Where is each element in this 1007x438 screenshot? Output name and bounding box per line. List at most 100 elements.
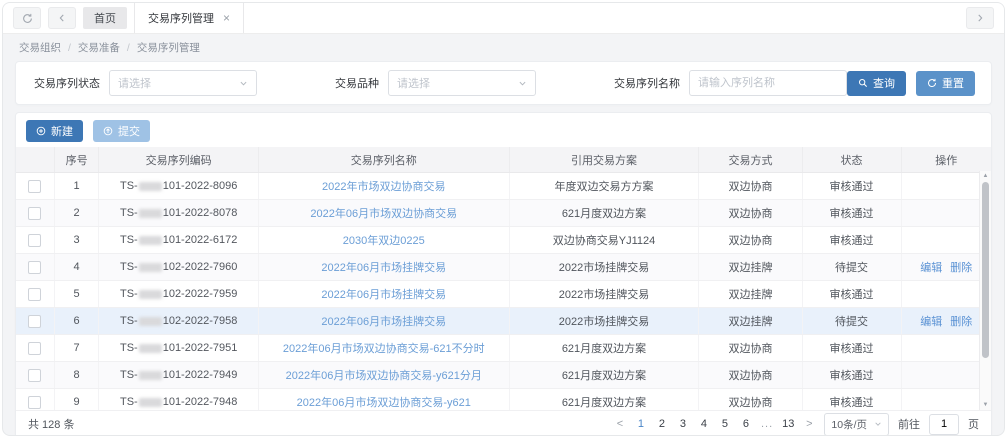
next-page-button[interactable]: > (803, 418, 815, 430)
delete-link[interactable]: 删除 (950, 316, 972, 328)
table-row[interactable]: 8TS-101-2022-79492022年06月市场双边协商交易-y621分月… (16, 362, 991, 389)
chevron-down-icon (239, 79, 248, 88)
scroll-down-icon[interactable]: ▼ (983, 400, 989, 410)
page-number-1[interactable]: 1 (635, 418, 647, 430)
page-number-4[interactable]: 4 (698, 418, 710, 430)
cell-status: 审核通过 (802, 200, 901, 227)
breadcrumb-item-trade-org[interactable]: 交易组织 (19, 40, 61, 55)
table-row[interactable]: 5TS-102-2022-79592022年06月市场挂牌交易2022市场挂牌交… (16, 281, 991, 308)
create-button-label: 新建 (51, 123, 73, 139)
create-button[interactable]: 新建 (26, 120, 83, 142)
table-row[interactable]: 2TS-101-2022-80782022年06月市场双边协商交易621月度双边… (16, 200, 991, 227)
cell-actions (901, 227, 991, 254)
cell-status: 审核通过 (802, 281, 901, 308)
redacted-code-segment (139, 263, 162, 272)
cell-no: 8 (54, 362, 98, 389)
vertical-scrollbar[interactable]: ▲ ▼ (979, 171, 991, 410)
tab-scroll-left-button[interactable] (48, 7, 76, 29)
table-row[interactable]: 3TS-101-2022-61722030年双边0225双边协商交易YJ1124… (16, 227, 991, 254)
breadcrumb: 交易组织 / 交易准备 / 交易序列管理 (3, 34, 1004, 59)
goto-unit-label: 页 (968, 416, 979, 432)
app-window: 首页 交易序列管理 × 交易组织 / 交易准备 / 交易序列管理 交易序列状态 … (2, 2, 1005, 436)
sequence-name-link[interactable]: 2022年06月市场挂牌交易 (321, 262, 446, 274)
row-checkbox[interactable] (28, 315, 41, 328)
header-status: 状态 (802, 147, 901, 173)
header-name: 交易序列名称 (258, 147, 509, 173)
table-row[interactable]: 4TS-102-2022-79602022年06月市场挂牌交易2022市场挂牌交… (16, 254, 991, 281)
page-number-5[interactable]: 5 (719, 418, 731, 430)
cell-mode: 双边协商 (699, 227, 802, 254)
cell-name: 2022年市场双边协商交易 (258, 173, 509, 200)
scrollbar-thumb[interactable] (982, 182, 989, 358)
row-checkbox[interactable] (28, 261, 41, 274)
breadcrumb-separator: / (127, 42, 130, 54)
table-row[interactable]: 7TS-101-2022-79512022年06月市场双边协商交易-621不分时… (16, 335, 991, 362)
cell-name: 2030年双边0225 (258, 227, 509, 254)
cell-no: 7 (54, 335, 98, 362)
sequence-name-link[interactable]: 2022年06月市场双边协商交易 (310, 208, 457, 220)
page-number-3[interactable]: 3 (677, 418, 689, 430)
tab-home[interactable]: 首页 (83, 7, 127, 29)
cell-checkbox (16, 200, 54, 227)
page-size-select[interactable]: 10条/页 (824, 413, 889, 436)
cell-mode: 双边协商 (699, 362, 802, 389)
cell-plan: 双边协商交易YJ1124 (509, 227, 699, 254)
table-row[interactable]: 1TS-101-2022-80962022年市场双边协商交易年度双边交易方方案双… (16, 173, 991, 200)
sequence-name-link[interactable]: 2022年06月市场双边协商交易-y621分月 (286, 370, 482, 382)
submit-button[interactable]: 提交 (93, 120, 150, 142)
close-icon[interactable]: × (223, 12, 230, 24)
tab-active-sequence-management[interactable]: 交易序列管理 × (134, 3, 244, 33)
cell-checkbox (16, 362, 54, 389)
cell-checkbox (16, 227, 54, 254)
sequence-name-input[interactable] (689, 70, 847, 96)
prev-page-button[interactable]: < (614, 418, 626, 430)
cell-checkbox (16, 173, 54, 200)
page-number-6[interactable]: 6 (740, 418, 752, 430)
cell-mode: 双边协商 (699, 200, 802, 227)
header-mode: 交易方式 (699, 147, 802, 173)
cell-code: TS-102-2022-7960 (99, 254, 259, 281)
row-checkbox[interactable] (28, 342, 41, 355)
refresh-button[interactable] (13, 7, 41, 29)
row-checkbox[interactable] (28, 288, 41, 301)
cell-name: 2022年06月市场双边协商交易-y621分月 (258, 362, 509, 389)
sequence-name-link[interactable]: 2022年06月市场挂牌交易 (321, 289, 446, 301)
cell-no: 4 (54, 254, 98, 281)
search-button[interactable]: 查询 (847, 71, 906, 96)
cell-code: TS-101-2022-7948 (99, 389, 259, 411)
cell-actions: 编辑删除 (901, 308, 991, 335)
variety-select[interactable]: 请选择 (388, 70, 536, 96)
sequence-name-link[interactable]: 2022年06月市场挂牌交易 (321, 316, 446, 328)
row-checkbox[interactable] (28, 180, 41, 193)
page-number-2[interactable]: 2 (656, 418, 668, 430)
table-row[interactable]: 9TS-101-2022-79482022年06月市场双边协商交易-y62162… (16, 389, 991, 411)
page-size-value: 10条/页 (831, 417, 867, 432)
cell-mode: 双边协商 (699, 389, 802, 411)
sequence-name-link[interactable]: 2022年市场双边协商交易 (322, 181, 445, 193)
chevron-right-icon (975, 13, 985, 23)
scroll-up-icon[interactable]: ▲ (983, 171, 989, 181)
row-checkbox[interactable] (28, 207, 41, 220)
breadcrumb-item-trade-prep[interactable]: 交易准备 (78, 40, 120, 55)
row-checkbox[interactable] (28, 234, 41, 247)
reset-button[interactable]: 重置 (916, 71, 975, 96)
header-code: 交易序列编码 (99, 147, 259, 173)
cell-status: 审核通过 (802, 173, 901, 200)
page-number-13[interactable]: 13 (782, 418, 794, 430)
goto-page-input[interactable] (929, 414, 959, 435)
table-row[interactable]: 6TS-102-2022-79582022年06月市场挂牌交易2022市场挂牌交… (16, 308, 991, 335)
status-select[interactable]: 请选择 (109, 70, 257, 96)
sequence-name-link[interactable]: 2030年双边0225 (343, 235, 425, 247)
sequence-table: 序号 交易序列编码 交易序列名称 引用交易方案 交易方式 状态 操作 1TS-1… (16, 147, 991, 410)
cell-mode: 双边挂牌 (699, 254, 802, 281)
row-checkbox[interactable] (28, 369, 41, 382)
redacted-code-segment (139, 236, 162, 245)
edit-link[interactable]: 编辑 (920, 316, 942, 328)
delete-link[interactable]: 删除 (950, 262, 972, 274)
sequence-name-link[interactable]: 2022年06月市场双边协商交易-621不分时 (283, 343, 485, 355)
edit-link[interactable]: 编辑 (920, 262, 942, 274)
tab-scroll-right-button[interactable] (966, 7, 994, 29)
row-checkbox[interactable] (28, 396, 41, 409)
cell-plan: 621月度双边方案 (509, 335, 699, 362)
sequence-name-link[interactable]: 2022年06月市场双边协商交易-y621 (297, 397, 471, 409)
